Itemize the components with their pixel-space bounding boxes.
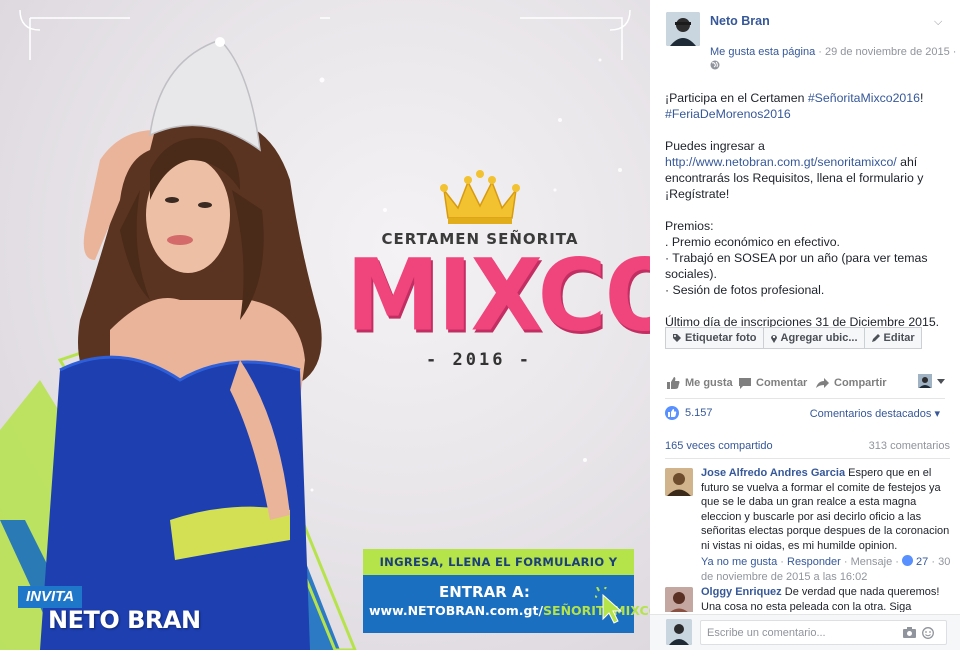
tag-icon	[673, 334, 681, 342]
post-text-span: Puedes ingresar a	[665, 139, 765, 153]
comment-body: Olggy Enriquez De verdad que nada querem…	[701, 585, 950, 612]
premio-item: . Premio económico en efectivo.	[665, 235, 840, 249]
author-meta: Me gusta esta página · 29 de noviembre d…	[710, 46, 956, 58]
thumbs-up-small-icon	[668, 409, 677, 417]
post-photo[interactable]: CERTAMEN SEÑORITA MIXCO - 2016 - INGRESA…	[0, 0, 650, 650]
message-link[interactable]: Mensaje	[851, 556, 893, 568]
premio-item: · Trabajó en SOSEA por un año (para ver …	[665, 251, 928, 281]
comment-text: Espero que en el futuro se vuelva a form…	[701, 467, 950, 552]
like-label: Me gusta	[685, 377, 733, 389]
shares-count[interactable]: 165 veces compartido	[665, 440, 773, 452]
avatar-image	[666, 12, 700, 46]
comment-input-placeholder: Escribe un comentario...	[707, 627, 826, 639]
tag-photo-button[interactable]: Etiquetar foto	[665, 327, 763, 349]
post-text-span: ¡Participa en el Certamen	[665, 91, 808, 105]
registration-link[interactable]: http://www.netobran.com.gt/senoritamixco…	[665, 155, 897, 169]
thumbs-up-icon	[667, 377, 680, 389]
pencil-icon	[871, 334, 880, 342]
edit-label: Editar	[883, 332, 915, 344]
comments-filter-label: Comentarios destacados	[809, 408, 932, 420]
avatar-image	[666, 619, 692, 645]
comment-likes-count[interactable]: 27	[916, 556, 928, 568]
commenter-name[interactable]: Jose Alfredo Andres Garcia	[701, 467, 845, 479]
comment-icon	[739, 377, 751, 389]
comment-body: Jose Alfredo Andres Garcia Espero que en…	[701, 466, 951, 584]
share-label: Compartir	[834, 377, 887, 389]
divider	[665, 458, 950, 459]
post-date[interactable]: · 29 de noviembre de 2015 ·	[815, 46, 956, 58]
camera-icon[interactable]	[903, 627, 916, 638]
comments-filter-dropdown[interactable]: Comentarios destacados ▾	[810, 407, 940, 420]
premios-title: Premios:	[665, 219, 714, 233]
post-action-bar: Me gusta Comentar Compartir	[665, 372, 945, 394]
likes-count[interactable]: 5.157	[685, 407, 713, 419]
ingresa-banner: INGRESA, LLENA EL FORMULARIO Y ¡REGÍSTRA…	[363, 549, 634, 595]
post-paragraph-2: Puedes ingresar a http://www.netobran.co…	[665, 138, 950, 202]
location-pin-icon	[770, 335, 777, 343]
comment-item: Olggy Enriquez De verdad que nada querem…	[665, 585, 950, 612]
hashtag-link[interactable]: #FeriaDeMorenos2016	[665, 107, 791, 121]
author-avatar[interactable]	[666, 12, 700, 46]
post-text: ¡Participa en el Certamen #SeñoritaMixco…	[665, 90, 950, 346]
share-arrow-icon	[816, 378, 829, 388]
crown-icon	[440, 170, 520, 224]
share-button[interactable]: Compartir	[816, 377, 887, 389]
tag-photo-label: Etiquetar foto	[685, 332, 757, 344]
comment-button[interactable]: Comentar	[739, 377, 807, 389]
commenter-avatar[interactable]	[665, 587, 693, 612]
frame-corner-top-right	[520, 9, 631, 60]
photo-tag-bar: Etiquetar foto Agregar ubic... Editar	[665, 327, 922, 349]
add-location-label: Agregar ubic...	[780, 332, 858, 344]
composer-avatar[interactable]	[666, 619, 692, 645]
comment-composer: Escribe un comentario...	[650, 614, 960, 650]
post-panel: Neto Bran ⌵ Me gusta esta página · 29 de…	[650, 0, 960, 650]
comment-meta: Ya no me gusta · Responder · Mensaje · 2…	[701, 555, 951, 583]
neto-bran-tag: NETO BRAN	[48, 606, 201, 634]
mixco-logo-text: MIXCO	[346, 239, 650, 354]
premio-item: · Sesión de fotos profesional.	[665, 283, 825, 297]
mixco-year: - 2016 -	[426, 350, 532, 370]
divider	[665, 398, 945, 399]
likes-row: 5.157 Comentarios destacados ▾	[665, 406, 950, 422]
comments-count[interactable]: 313 comentarios	[869, 440, 950, 452]
add-location-button[interactable]: Agregar ubic...	[762, 327, 864, 349]
author-name[interactable]: Neto Bran	[710, 14, 770, 28]
model-figure	[40, 37, 322, 650]
entrar-label: ENTRAR A:	[439, 583, 530, 601]
like-reaction-icon[interactable]	[665, 406, 679, 420]
comment-input[interactable]: Escribe un comentario...	[700, 620, 947, 645]
like-page-link[interactable]: Me gusta esta página	[710, 46, 815, 58]
post-paragraph-premios: Premios: . Premio económico en efectivo.…	[665, 218, 950, 298]
hashtag-link[interactable]: #SeñoritaMixco2016	[808, 91, 920, 105]
post-text-span: !	[919, 91, 924, 105]
frame-corner-top-left	[19, 9, 130, 60]
caret-down-icon: ▾	[934, 408, 940, 420]
post-as-selector[interactable]	[918, 374, 945, 388]
post-options-chevron-icon[interactable]: ⌵	[934, 16, 942, 29]
post-paragraph-1: ¡Participa en el Certamen #SeñoritaMixco…	[665, 90, 950, 122]
edit-button[interactable]: Editar	[863, 327, 922, 349]
invita-tag: INVITA	[18, 586, 83, 608]
avatar-image	[665, 468, 693, 496]
selector-avatar-icon	[918, 374, 932, 388]
comment-label: Comentar	[756, 377, 808, 389]
comment-like-icon	[901, 555, 913, 566]
reply-link[interactable]: Responder	[787, 556, 841, 568]
like-button[interactable]: Me gusta	[667, 377, 733, 389]
entrar-url-prefix: www.NETOBRAN.com.gt/	[369, 603, 544, 618]
entrar-box: ENTRAR A: www.NETOBRAN.com.gt/SEÑORITAMI…	[363, 575, 650, 633]
caret-down-icon	[937, 378, 945, 384]
avatar-image	[665, 587, 693, 612]
emoji-icon[interactable]	[922, 627, 934, 639]
commenter-avatar[interactable]	[665, 468, 693, 496]
globe-icon[interactable]	[710, 60, 720, 70]
commenter-name[interactable]: Olggy Enriquez	[701, 586, 782, 598]
cursor-click-icon	[595, 587, 623, 624]
unlike-link[interactable]: Ya no me gusta	[701, 556, 777, 568]
